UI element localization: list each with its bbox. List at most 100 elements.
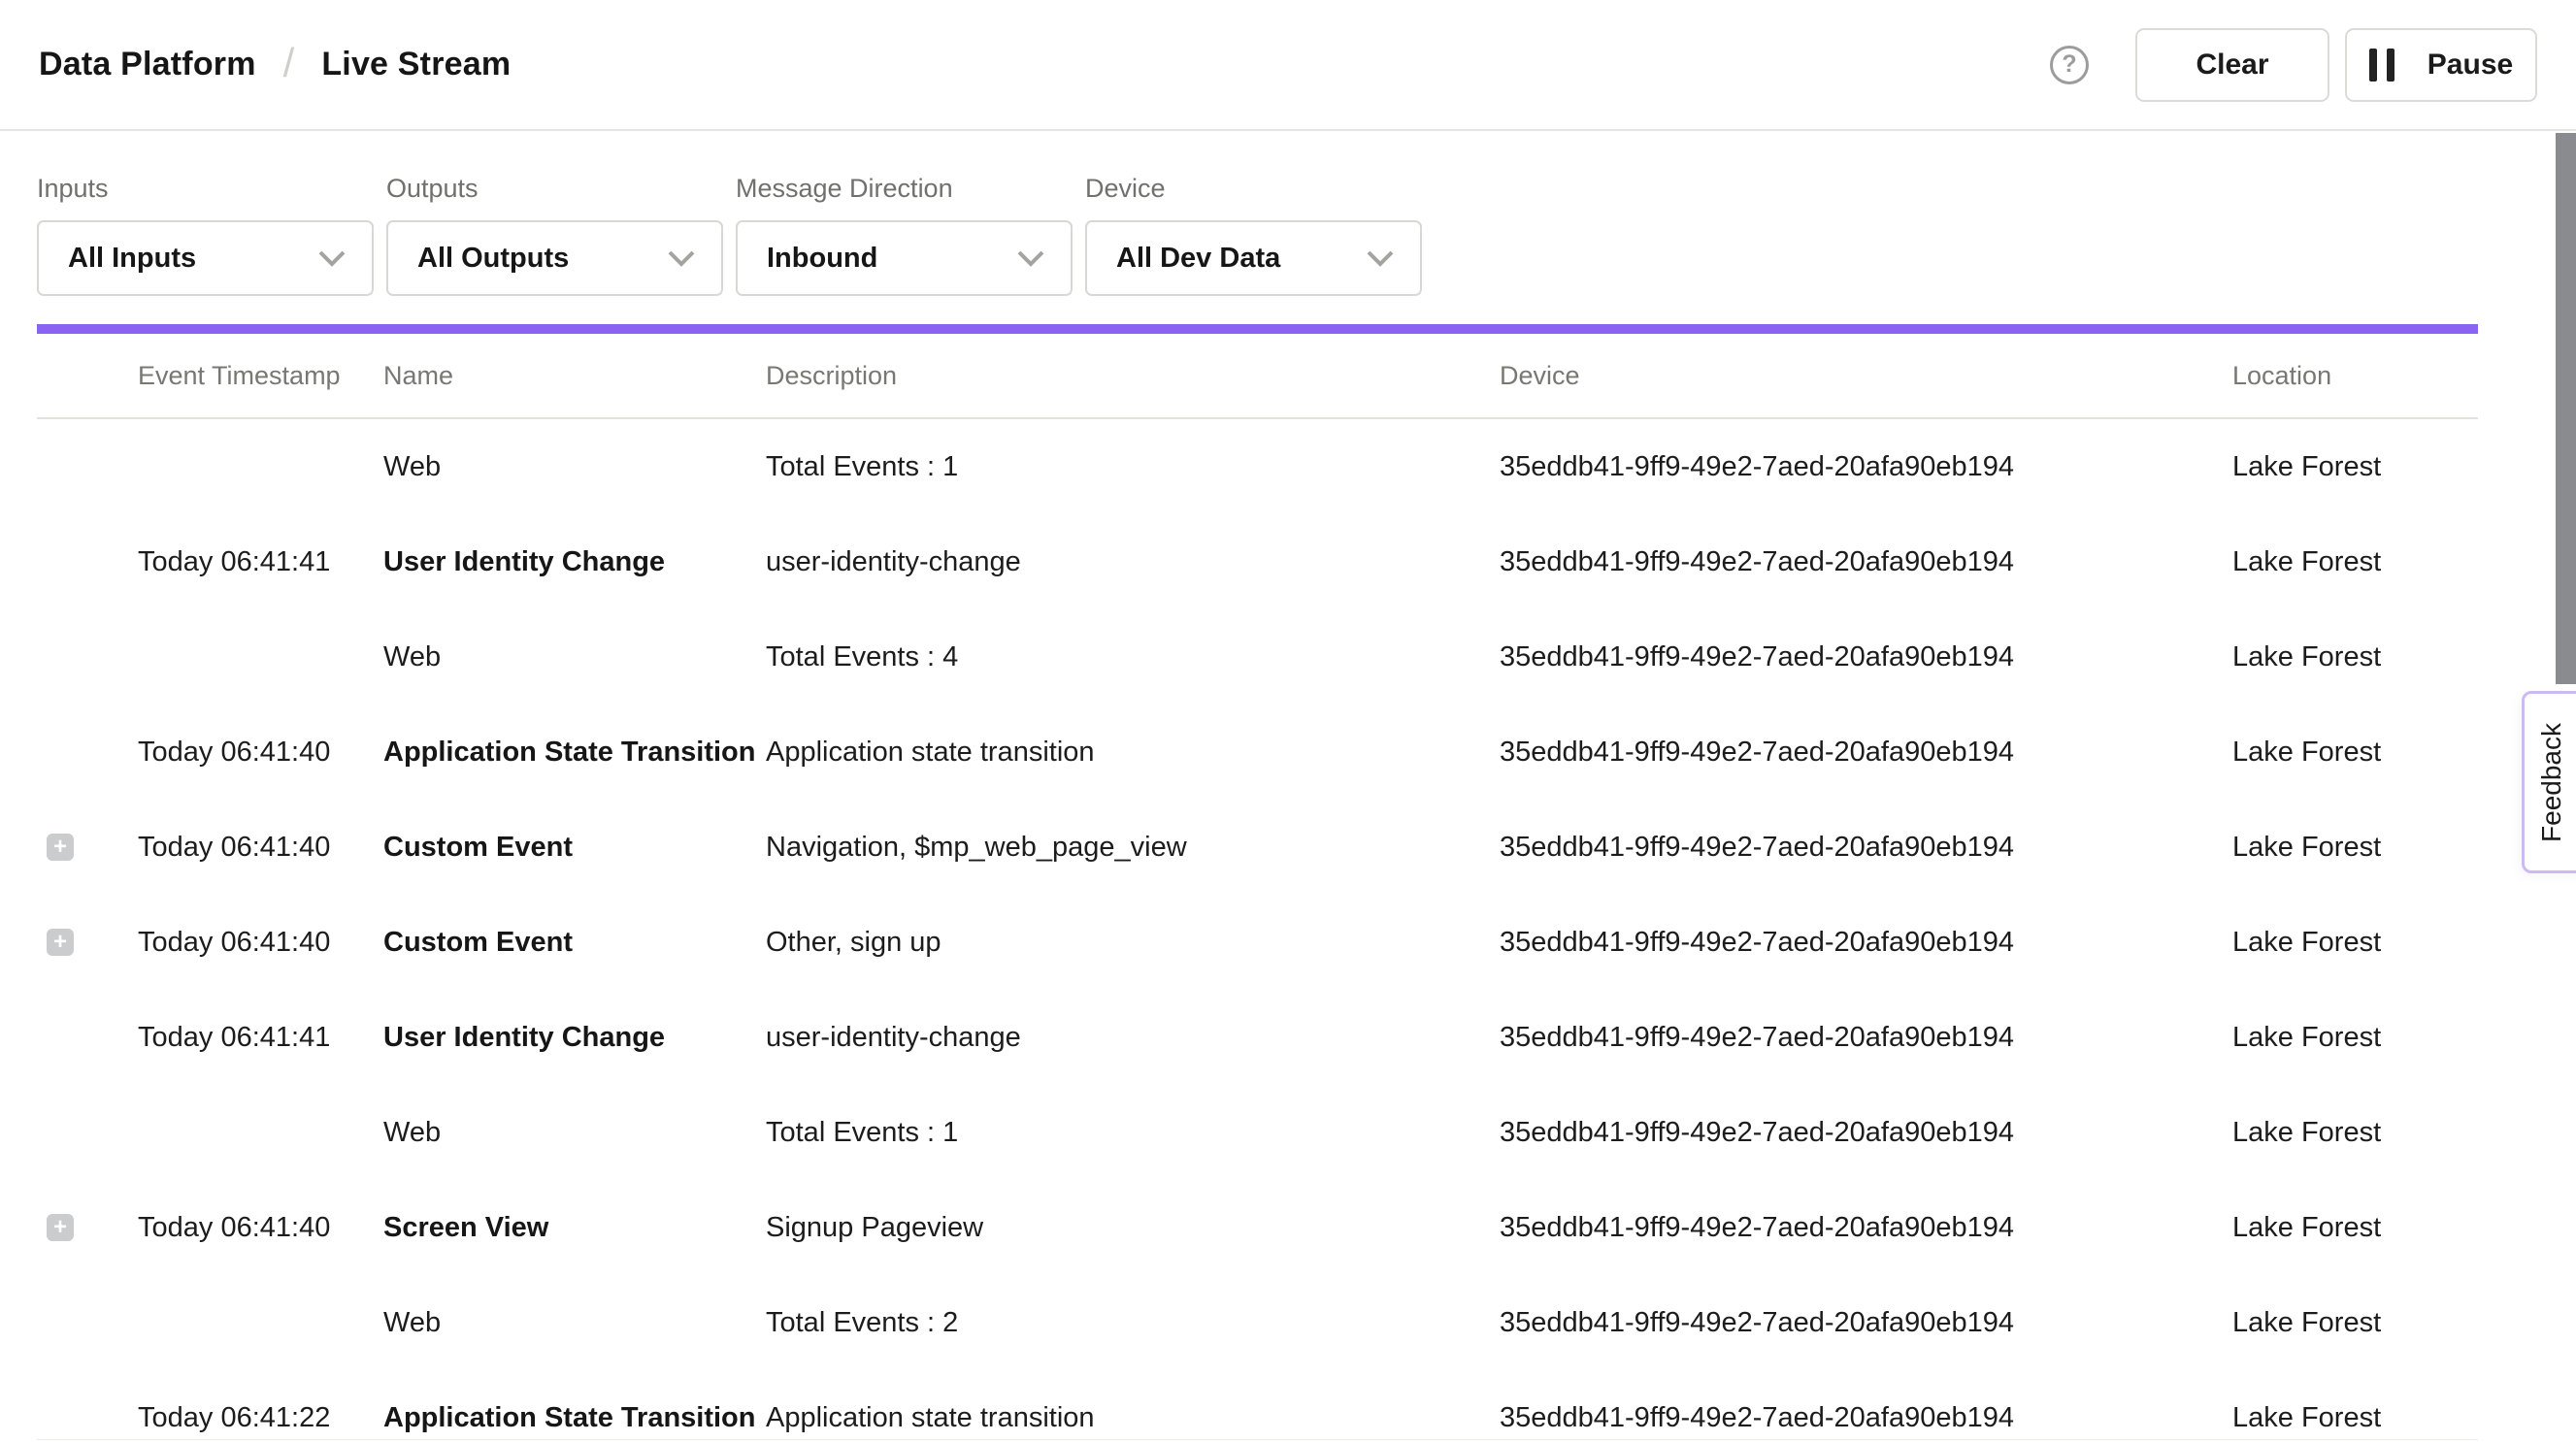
event-name-cell: Application State Transition — [383, 1402, 766, 1434]
event-location-cell: Lake Forest — [2232, 546, 2478, 578]
event-location-cell: Lake Forest — [2232, 641, 2478, 673]
expand-cell: + — [37, 1119, 138, 1146]
event-timestamp-cell: Today 06:41:22 — [138, 1402, 383, 1434]
table-row[interactable]: + Today 06:41:40 Screen View Signup Page… — [37, 1180, 2478, 1275]
column-header-device: Device — [1500, 361, 2232, 391]
feedback-tab[interactable]: Feedback — [2522, 691, 2576, 873]
event-location-cell: Lake Forest — [2232, 1307, 2478, 1339]
event-location-cell: Lake Forest — [2232, 451, 2478, 483]
event-name-cell: Custom Event — [383, 832, 766, 864]
column-header-name: Name — [383, 361, 766, 391]
table-row[interactable]: + Today 06:41:41 User Identity Change us… — [37, 990, 2478, 1085]
expand-cell: + — [37, 548, 138, 575]
event-name-cell: Web — [383, 641, 766, 673]
expand-cell: + — [37, 453, 138, 480]
event-description-cell: user-identity-change — [766, 1022, 1500, 1054]
event-name-cell: User Identity Change — [383, 1022, 766, 1054]
event-device-cell: 35eddb41-9ff9-49e2-7aed-20afa90eb194 — [1500, 1117, 2232, 1149]
device-dropdown-value: All Dev Data — [1116, 243, 1280, 275]
column-header-description: Description — [766, 361, 1500, 391]
event-timestamp-cell: Today 06:41:40 — [138, 927, 383, 959]
table-row[interactable]: + Web Total Events : 1 35eddb41-9ff9-49e… — [37, 1085, 2478, 1180]
vertical-scrollbar[interactable] — [2556, 133, 2576, 684]
event-timestamp-cell: Today 06:41:40 — [138, 737, 383, 769]
filter-message-direction-label: Message Direction — [736, 174, 1073, 204]
breadcrumb-separator-icon: / — [283, 40, 295, 86]
table-body: + Web Total Events : 1 35eddb41-9ff9-49e… — [37, 419, 2478, 1442]
event-description-cell: Total Events : 1 — [766, 1117, 1500, 1149]
expand-cell: + — [37, 1024, 138, 1051]
filter-message-direction: Message Direction Inbound — [736, 174, 1073, 296]
filter-bar: Inputs All Inputs Outputs All Outputs Me… — [0, 174, 2576, 296]
column-header-location: Location — [2232, 361, 2478, 391]
table-row[interactable]: + Today 06:41:40 Custom Event Navigation… — [37, 800, 2478, 895]
event-device-cell: 35eddb41-9ff9-49e2-7aed-20afa90eb194 — [1500, 1022, 2232, 1054]
table-row[interactable]: + Web Total Events : 1 35eddb41-9ff9-49e… — [37, 419, 2478, 514]
filter-inputs: Inputs All Inputs — [37, 174, 374, 296]
event-description-cell: Other, sign up — [766, 927, 1500, 959]
inputs-dropdown[interactable]: All Inputs — [37, 220, 374, 296]
event-location-cell: Lake Forest — [2232, 832, 2478, 864]
accent-divider — [37, 324, 2478, 334]
expand-row-icon[interactable]: + — [47, 1214, 74, 1241]
chevron-down-icon — [667, 248, 696, 268]
event-name-cell: User Identity Change — [383, 546, 766, 578]
table-row[interactable]: + Today 06:41:41 User Identity Change us… — [37, 514, 2478, 609]
filter-outputs-label: Outputs — [386, 174, 723, 204]
pause-button[interactable]: Pause — [2345, 28, 2537, 102]
event-location-cell: Lake Forest — [2232, 927, 2478, 959]
chevron-down-icon — [317, 248, 347, 268]
event-location-cell: Lake Forest — [2232, 737, 2478, 769]
outputs-dropdown-value: All Outputs — [417, 243, 569, 275]
event-timestamp-cell: Today 06:41:40 — [138, 832, 383, 864]
page-title: Live Stream — [321, 46, 511, 83]
event-description-cell: Application state transition — [766, 737, 1500, 769]
event-location-cell: Lake Forest — [2232, 1022, 2478, 1054]
filter-device-label: Device — [1085, 174, 1422, 204]
event-description-cell: Total Events : 4 — [766, 641, 1500, 673]
event-name-cell: Application State Transition — [383, 737, 766, 769]
event-device-cell: 35eddb41-9ff9-49e2-7aed-20afa90eb194 — [1500, 927, 2232, 959]
event-device-cell: 35eddb41-9ff9-49e2-7aed-20afa90eb194 — [1500, 451, 2232, 483]
expand-row-icon[interactable]: + — [47, 834, 74, 861]
event-device-cell: 35eddb41-9ff9-49e2-7aed-20afa90eb194 — [1500, 832, 2232, 864]
live-stream-page: Data Platform / Live Stream ? Clear Paus… — [0, 0, 2576, 1442]
pause-button-label: Pause — [2427, 49, 2513, 82]
table-row[interactable]: + Today 06:41:22 Application State Trans… — [37, 1370, 2478, 1442]
event-description-cell: Application state transition — [766, 1402, 1500, 1434]
chevron-down-icon — [1016, 248, 1045, 268]
table-header-row: Event Timestamp Name Description Device … — [37, 334, 2478, 419]
event-device-cell: 35eddb41-9ff9-49e2-7aed-20afa90eb194 — [1500, 1212, 2232, 1244]
event-name-cell: Web — [383, 1117, 766, 1149]
event-name-cell: Web — [383, 1307, 766, 1339]
outputs-dropdown[interactable]: All Outputs — [386, 220, 723, 296]
message-direction-dropdown-value: Inbound — [767, 243, 877, 275]
expand-cell: + — [37, 834, 138, 861]
column-header-event-timestamp: Event Timestamp — [138, 361, 383, 391]
event-location-cell: Lake Forest — [2232, 1402, 2478, 1434]
event-device-cell: 35eddb41-9ff9-49e2-7aed-20afa90eb194 — [1500, 1402, 2232, 1434]
table-row[interactable]: + Today 06:41:40 Application State Trans… — [37, 705, 2478, 800]
expand-cell: + — [37, 929, 138, 956]
event-description-cell: Total Events : 1 — [766, 451, 1500, 483]
event-timestamp-cell: Today 06:41:40 — [138, 1212, 383, 1244]
clear-button[interactable]: Clear — [2135, 28, 2329, 102]
event-location-cell: Lake Forest — [2232, 1212, 2478, 1244]
event-description-cell: Signup Pageview — [766, 1212, 1500, 1244]
event-device-cell: 35eddb41-9ff9-49e2-7aed-20afa90eb194 — [1500, 1307, 2232, 1339]
page-header: Data Platform / Live Stream ? Clear Paus… — [0, 0, 2576, 131]
filter-inputs-label: Inputs — [37, 174, 374, 204]
table-row[interactable]: + Web Total Events : 4 35eddb41-9ff9-49e… — [37, 609, 2478, 705]
message-direction-dropdown[interactable]: Inbound — [736, 220, 1073, 296]
filter-device: Device All Dev Data — [1085, 174, 1422, 296]
table-row[interactable]: + Today 06:41:40 Custom Event Other, sig… — [37, 895, 2478, 990]
breadcrumb: Data Platform / Live Stream — [39, 42, 511, 88]
table-row[interactable]: + Web Total Events : 2 35eddb41-9ff9-49e… — [37, 1275, 2478, 1370]
header-actions: ? Clear Pause — [2050, 28, 2537, 102]
help-icon[interactable]: ? — [2050, 46, 2089, 84]
feedback-tab-label: Feedback — [2536, 723, 2567, 842]
expand-row-icon[interactable]: + — [47, 929, 74, 956]
event-name-cell: Web — [383, 451, 766, 483]
expand-cell: + — [37, 1309, 138, 1336]
device-dropdown[interactable]: All Dev Data — [1085, 220, 1422, 296]
